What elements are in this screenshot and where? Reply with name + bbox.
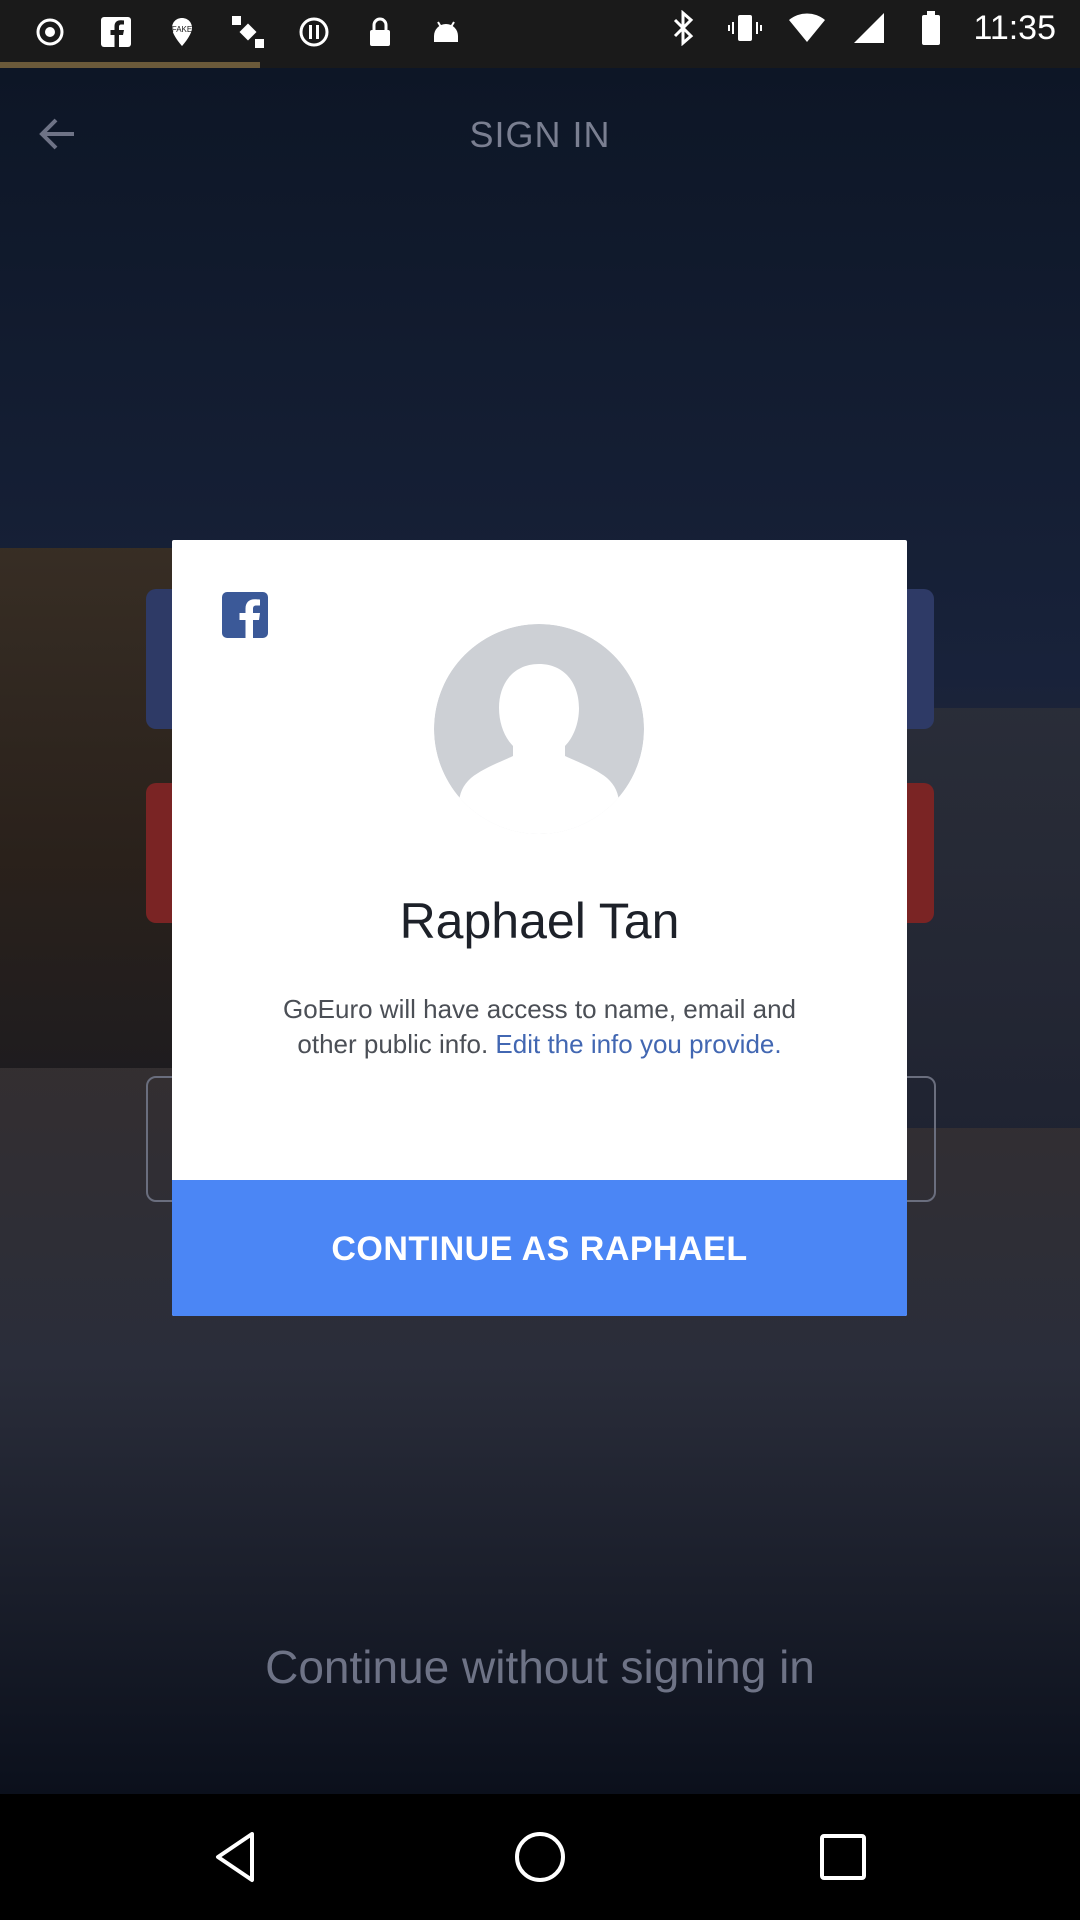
satellite-icon [228, 12, 268, 52]
page-title: SIGN IN [469, 114, 611, 155]
access-description: GoEuro will have access to name, email a… [272, 992, 807, 1062]
fake-gps-icon: FAKE [162, 12, 202, 52]
avatar [434, 624, 644, 834]
signal-icon [849, 8, 889, 48]
navigation-bar [0, 1794, 1080, 1920]
wifi-icon [787, 8, 827, 48]
recents-square-icon[interactable] [810, 1824, 876, 1890]
vibrate-icon [725, 8, 765, 48]
status-bar: FAKE 11:35 [0, 0, 1080, 68]
bluetooth-icon [663, 8, 703, 48]
facebook-icon [222, 592, 268, 638]
status-time: 11:35 [973, 8, 1056, 47]
home-circle-icon[interactable] [507, 1824, 573, 1890]
back-triangle-icon[interactable] [204, 1824, 270, 1890]
svg-text:FAKE: FAKE [172, 25, 192, 34]
user-name: Raphael Tan [399, 893, 680, 949]
edit-info-link[interactable]: Edit the info you provide. [495, 1029, 781, 1059]
lock-icon [360, 12, 400, 52]
record-icon [30, 12, 70, 52]
continue-as-button[interactable]: CONTINUE AS RAPHAEL [172, 1180, 907, 1316]
alert-icon [294, 12, 334, 52]
facebook-icon [96, 12, 136, 52]
android-icon [426, 12, 466, 52]
continue-without-signing-in-link[interactable]: Continue without signing in [0, 1640, 1080, 1694]
status-icons-left: FAKE [30, 12, 466, 52]
status-icons-right: 11:35 [663, 8, 1056, 48]
battery-icon [911, 8, 951, 48]
facebook-login-dialog: Raphael Tan GoEuro will have access to n… [172, 540, 907, 1316]
